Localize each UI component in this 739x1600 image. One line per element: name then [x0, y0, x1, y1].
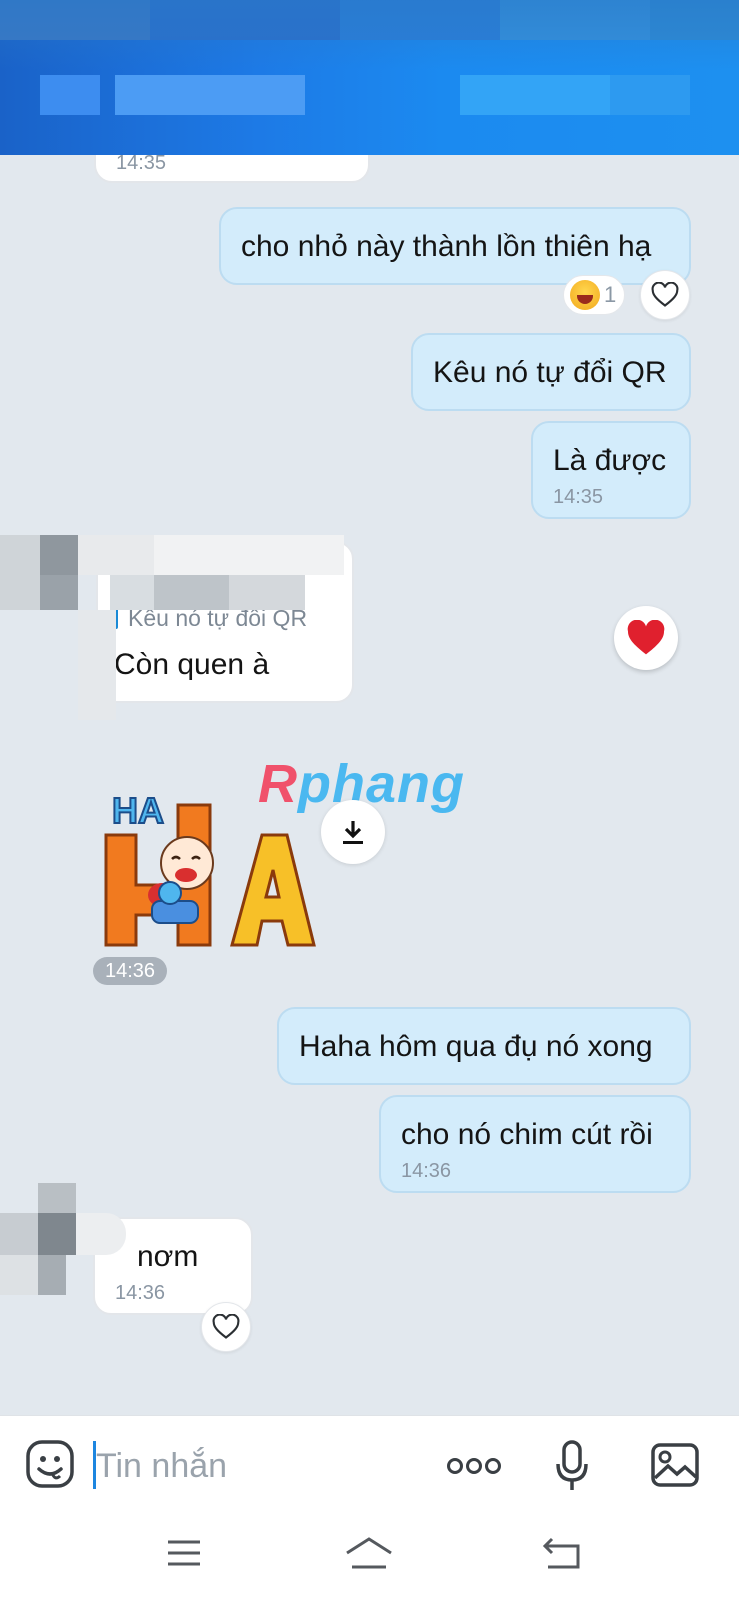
sticker-icon	[26, 1440, 74, 1488]
more-button[interactable]	[444, 1448, 504, 1484]
download-button[interactable]	[321, 800, 385, 864]
message-list[interactable]: 14:35 cho nhỏ này thành lồn thiên hạ 1 K…	[0, 155, 739, 1415]
back-button[interactable]	[540, 1533, 584, 1573]
download-icon	[343, 821, 363, 844]
system-navigation-bar	[0, 1515, 739, 1600]
message-composer: Tin nhắn	[0, 1415, 739, 1515]
message-time: 14:36	[93, 957, 168, 985]
home-button[interactable]	[344, 1533, 394, 1573]
message-text: Kêu nó tự đổi QR	[433, 356, 667, 389]
message-bubble-incoming[interactable]: 14:35	[94, 155, 370, 183]
message-time: 14:36	[401, 1160, 452, 1182]
message-time: 14:35	[116, 155, 167, 174]
more-icon	[447, 1458, 501, 1474]
back-icon	[542, 1537, 580, 1569]
sticker-button[interactable]	[24, 1438, 76, 1490]
message-bubble-outgoing[interactable]: Haha hôm qua đụ nó xong	[277, 1007, 691, 1085]
message-time: 14:35	[553, 486, 604, 508]
image-icon	[651, 1443, 699, 1487]
menu-icon	[168, 1540, 200, 1566]
reaction-summary[interactable]: 1	[563, 275, 626, 315]
blurred-avatar	[0, 1183, 140, 1301]
image-button[interactable]	[648, 1440, 702, 1490]
heart-outline-icon	[212, 1314, 240, 1339]
blurred-avatar	[0, 535, 345, 730]
react-heart-button[interactable]	[201, 1302, 251, 1352]
message-text: Là được	[553, 444, 667, 477]
message-bubble-outgoing[interactable]: cho nó chim cút rồi 14:36	[379, 1095, 691, 1193]
message-text: Haha hôm qua đụ nó xong	[299, 1030, 653, 1063]
recent-apps-button[interactable]	[164, 1535, 204, 1571]
message-bubble-outgoing[interactable]: cho nhỏ này thành lồn thiên hạ	[219, 207, 691, 285]
message-bubble-outgoing[interactable]: Kêu nó tự đổi QR	[411, 333, 691, 411]
heart-icon	[627, 620, 665, 655]
laugh-emoji-icon	[570, 280, 600, 310]
home-icon	[346, 1537, 392, 1569]
svg-text:HA: HA	[112, 790, 164, 831]
message-text: cho nhỏ này thành lồn thiên hạ	[241, 230, 652, 263]
react-heart-button[interactable]	[640, 270, 690, 320]
heart-outline-icon	[651, 282, 679, 307]
heart-reaction[interactable]	[614, 606, 678, 670]
sticker-image: HA	[104, 789, 316, 947]
message-bubble-outgoing[interactable]: Là được 14:35	[531, 421, 691, 519]
reaction-count: 1	[604, 282, 617, 307]
chat-header	[0, 0, 739, 155]
microphone-icon	[556, 1440, 588, 1490]
voice-button[interactable]	[552, 1438, 592, 1494]
message-input[interactable]: Tin nhắn	[96, 1446, 227, 1486]
ha-ha-sticker[interactable]: HA	[92, 775, 322, 955]
message-text: cho nó chim cút rồi	[401, 1118, 653, 1151]
